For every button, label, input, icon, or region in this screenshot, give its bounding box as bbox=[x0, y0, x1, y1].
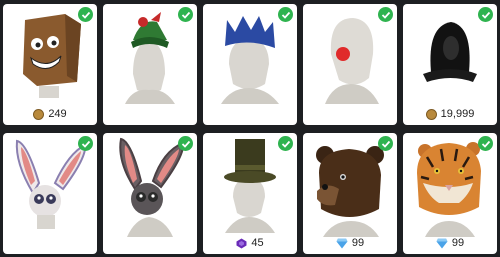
tiger-head-image bbox=[417, 142, 481, 237]
clown-nose-image bbox=[325, 18, 379, 104]
item-card-box-head[interactable]: 249 bbox=[3, 4, 97, 125]
owned-check-icon bbox=[478, 7, 493, 22]
black-hood-image bbox=[423, 22, 477, 82]
owned-check-icon bbox=[78, 7, 93, 22]
owned-check-icon bbox=[178, 7, 193, 22]
owned-check-icon bbox=[278, 7, 293, 22]
price: 249 bbox=[3, 108, 97, 120]
item-card-green-top-hat[interactable]: 45 bbox=[203, 133, 297, 254]
owned-check-icon bbox=[278, 136, 293, 151]
bunny-mask-gray-image bbox=[119, 137, 185, 237]
box-head-image bbox=[23, 14, 81, 98]
diamond-icon bbox=[336, 238, 348, 248]
price-value: 19,999 bbox=[440, 108, 475, 120]
paper-crown-image bbox=[221, 16, 279, 104]
price-value: 99 bbox=[451, 237, 465, 249]
green-top-hat-image bbox=[224, 139, 276, 233]
elf-hat-image bbox=[125, 12, 175, 104]
item-card-bunny-mask-gray[interactable] bbox=[103, 133, 197, 254]
owned-check-icon bbox=[378, 7, 393, 22]
price: 99 bbox=[403, 237, 497, 249]
item-card-bear-head[interactable]: 99 bbox=[303, 133, 397, 254]
price-value: 45 bbox=[251, 237, 264, 249]
price: 45 bbox=[203, 237, 297, 249]
item-card-bunny-mask-white[interactable] bbox=[3, 133, 97, 254]
owned-check-icon bbox=[478, 136, 493, 151]
item-card-clown-nose[interactable] bbox=[303, 4, 397, 125]
price-value: 249 bbox=[48, 108, 67, 120]
owned-check-icon bbox=[178, 136, 193, 151]
item-card-black-hood[interactable]: 19,999 bbox=[403, 4, 497, 125]
coin-icon bbox=[425, 108, 437, 120]
item-card-tiger-head[interactable]: 99 bbox=[403, 133, 497, 254]
coin-icon bbox=[33, 108, 45, 120]
owned-check-icon bbox=[378, 136, 393, 151]
diamond-icon bbox=[436, 238, 448, 248]
purple-gem-icon bbox=[236, 238, 247, 248]
price-value: 99 bbox=[351, 237, 365, 249]
item-card-elf-hat[interactable] bbox=[103, 4, 197, 125]
bunny-mask-white-image bbox=[15, 139, 87, 229]
price: 99 bbox=[303, 237, 397, 249]
price: 19,999 bbox=[403, 108, 497, 120]
owned-check-icon bbox=[78, 136, 93, 151]
item-card-paper-crown[interactable] bbox=[203, 4, 297, 125]
bear-head-image bbox=[316, 146, 384, 237]
